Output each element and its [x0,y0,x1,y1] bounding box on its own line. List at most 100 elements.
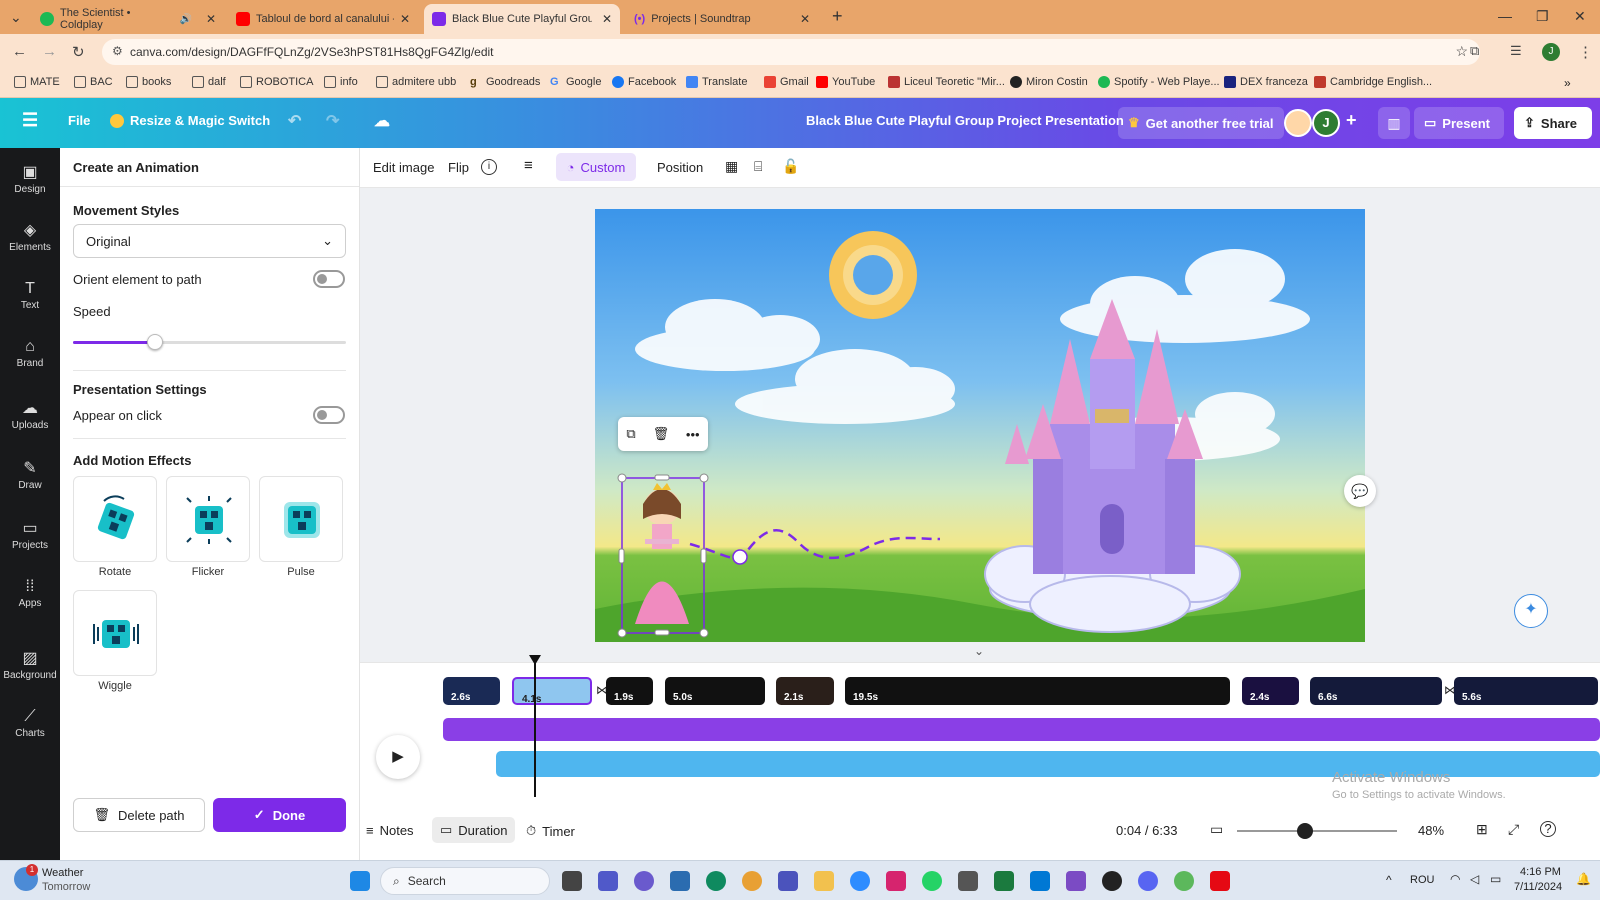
fullscreen-icon[interactable]: ⤢ [1508,821,1519,838]
teams-work-icon[interactable] [778,871,798,891]
bookmark-info[interactable]: info [324,76,358,88]
effect-wiggle[interactable] [73,590,157,676]
effect-pulse[interactable] [259,476,343,562]
timeline-clip[interactable]: 2.6s [443,677,500,705]
notification-bell-icon[interactable]: 🔔 [1576,872,1591,886]
sidebar-item-elements[interactable]: ◈ Elements [0,220,60,253]
media-player-icon[interactable] [1102,871,1122,891]
chrome-icon[interactable] [742,871,762,891]
bookmark-google[interactable]: G Google [550,76,601,88]
back-icon[interactable]: ← [12,43,27,60]
bookmark-translate[interactable]: Translate [686,76,747,88]
page-view-icon[interactable]: ▭ [1210,821,1223,838]
tab-search-icon[interactable]: ⌄ [10,9,22,26]
timeline-clip[interactable]: 2.4s [1242,677,1299,705]
taskbar-search[interactable]: ⌕ Search [380,867,550,895]
timeline-clip[interactable]: 2.1s [776,677,834,705]
grid-view-icon[interactable]: ⊞ [1476,821,1488,838]
lock-icon[interactable]: 🔓 [782,158,799,175]
magic-assistant-icon[interactable]: ✦ [1514,594,1548,628]
add-collaborator-icon[interactable]: + [1346,110,1357,131]
vscode-icon[interactable] [1030,871,1050,891]
timeline-clip[interactable]: 5.6s [1454,677,1598,705]
undo-icon[interactable]: ↶ [288,111,301,131]
bookmark-dalf[interactable]: dalf [192,76,226,88]
tray-chevron-icon[interactable]: ^ [1386,873,1392,887]
restore-icon[interactable]: ❐ [1536,8,1549,25]
close-icon[interactable]: ✕ [800,12,810,26]
bookmark-bac[interactable]: BAC [74,76,113,88]
reload-icon[interactable]: ↻ [72,43,85,61]
done-button[interactable]: ✓ Done [213,798,346,832]
custom-animation-button[interactable]: ◔ Custom [556,153,636,181]
transparency-icon[interactable]: ▦ [725,158,738,175]
sidebar-item-brand[interactable]: ⌂ Brand [0,338,60,369]
bookmark-dex[interactable]: DEX franceza [1224,76,1308,88]
timeline-clip-selected[interactable]: 4.1s [512,677,592,705]
wifi-icon[interactable]: ◠ [1450,872,1460,886]
whatsapp-icon[interactable] [922,871,942,891]
tab-coldplay[interactable]: The Scientist • Coldplay 🔊 ✕ [32,4,224,34]
sidebar-item-charts[interactable]: ⟋ Charts [0,708,60,739]
timeline-clip[interactable]: 6.6s [1310,677,1442,705]
sidebar-item-projects[interactable]: ▭ Projects [0,518,60,551]
playhead[interactable] [534,661,536,797]
clock-date[interactable]: 7/11/2024 [1514,881,1562,893]
bookmark-miron[interactable]: Miron Costin [1010,76,1088,88]
share-button[interactable]: ⇪ Share [1514,107,1592,139]
minimize-icon[interactable]: — [1498,8,1512,24]
input-language[interactable]: ROU [1410,874,1434,886]
excel-icon[interactable] [994,871,1014,891]
bookmark-books[interactable]: books [126,76,171,88]
orient-toggle[interactable] [313,270,345,288]
position-button[interactable]: Position [657,160,703,175]
profile-avatar[interactable]: J [1542,43,1560,61]
tab-soundtrap[interactable]: (•) Projects | Soundtrap ✕ [626,4,818,34]
discord-icon[interactable] [1138,871,1158,891]
cloud-saved-icon[interactable]: ☁ [374,111,390,131]
media-control-icon[interactable]: ☰ [1510,43,1522,59]
duplicate-icon[interactable]: ⧉ [626,426,635,442]
address-bar[interactable]: ⚙ canva.com/design/DAGFfFQLnZg/2VSe3hPST… [102,39,1480,65]
help-icon[interactable]: ? [1540,821,1556,837]
sidebar-item-text[interactable]: T Text [0,280,60,311]
redo-icon[interactable]: ↷ [326,111,339,131]
calculator-icon[interactable] [958,871,978,891]
info-icon[interactable]: i [481,159,497,175]
bookmark-star-icon[interactable]: ☆ [1455,43,1468,60]
zoom-handle[interactable] [1297,823,1313,839]
timeline-clip[interactable]: 19.5s [845,677,1230,705]
tab-canva[interactable]: Black Blue Cute Playful Group P ✕ [424,4,620,34]
visual-studio-icon[interactable] [1066,871,1086,891]
effect-rotate[interactable] [73,476,157,562]
motion-path[interactable] [689,529,941,560]
insights-icon[interactable]: ▥ [1378,107,1410,139]
slide-canvas[interactable]: ⧉ 🗑 ••• [595,209,1365,642]
resize-button[interactable]: Resize & Magic Switch [110,113,270,128]
speaker-icon[interactable]: 🔊 [179,14,191,25]
sidebar-item-background[interactable]: ▨ Background [0,648,60,681]
zoom-app-icon[interactable] [850,871,870,891]
paint-roller-icon[interactable]: ⌸ [754,158,762,175]
instagram-icon[interactable] [886,871,906,891]
file-explorer-icon[interactable] [814,871,834,891]
game-icon[interactable] [1174,871,1194,891]
bookmark-goodreads[interactable]: g Goodreads [470,76,540,88]
bookmark-admitere[interactable]: admitere ubb [376,76,456,88]
edit-image-button[interactable]: Edit image [373,160,434,175]
clock-time[interactable]: 4:16 PM [1520,866,1561,878]
copilot-icon[interactable] [634,871,654,891]
zoom-level[interactable]: 48% [1418,823,1444,838]
play-button[interactable]: ▶ [376,735,420,779]
path-handle[interactable] [732,549,748,565]
window-close-icon[interactable]: ✕ [1574,8,1586,25]
battery-icon[interactable]: ▭ [1490,872,1501,886]
store-icon[interactable] [670,871,690,891]
zoom-slider[interactable] [1237,823,1397,839]
more-options-icon[interactable]: ••• [686,427,700,442]
close-icon[interactable]: ✕ [602,12,612,26]
new-tab-icon[interactable]: + [832,6,843,27]
comment-add-icon[interactable]: 💬 [1344,475,1376,507]
bookmark-mate[interactable]: MATE [14,76,60,88]
effect-flicker[interactable] [166,476,250,562]
